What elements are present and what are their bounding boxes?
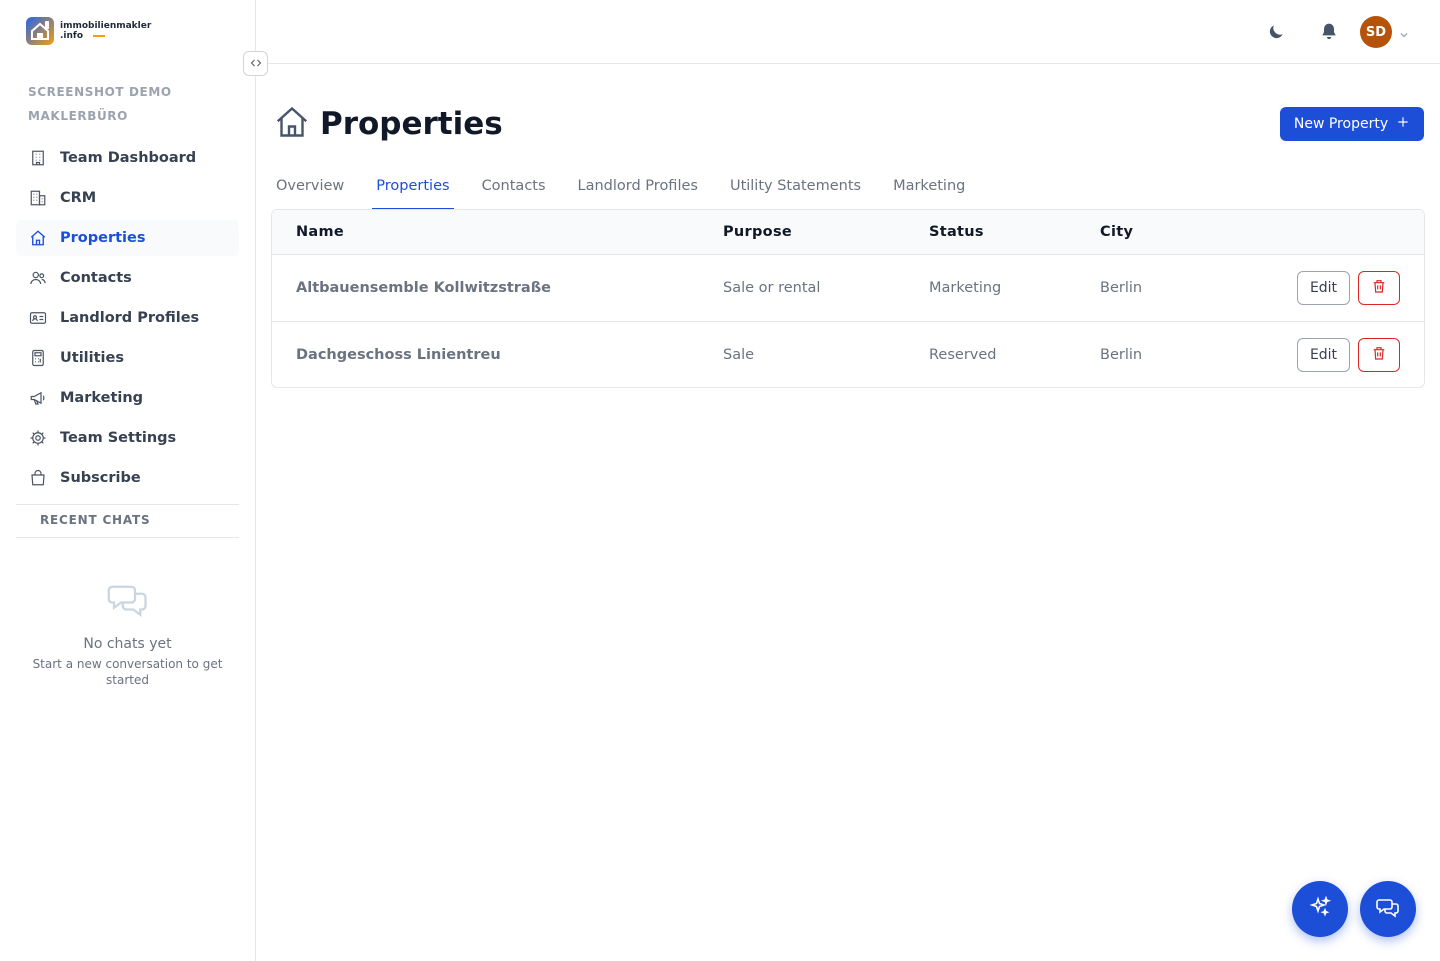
tab-properties[interactable]: Properties	[372, 170, 454, 210]
users-icon	[28, 268, 48, 288]
sidebar-item-label: Subscribe	[60, 470, 141, 486]
empty-chats-subtitle: Start a new conversation to get started	[32, 657, 223, 687]
property-name[interactable]: Altbauensemble Kollwitzstraße	[272, 254, 723, 321]
sidebar-item-contacts[interactable]: Contacts	[16, 260, 239, 296]
sidebar-item-label: Team Settings	[60, 430, 177, 446]
table-header-row: Name Purpose Status City	[272, 210, 1424, 254]
property-city: Berlin	[1100, 279, 1143, 296]
property-purpose: Sale or rental	[723, 279, 821, 296]
tab-marketing[interactable]: Marketing	[889, 170, 969, 210]
edit-button[interactable]: Edit	[1297, 337, 1350, 372]
tab-contacts[interactable]: Contacts	[478, 170, 550, 210]
properties-table: Name Purpose Status City Altbauensemble …	[271, 209, 1425, 388]
brand-line1: immobilienmakler	[60, 21, 152, 31]
table-row[interactable]: Altbauensemble Kollwitzstraße Sale or re…	[272, 254, 1424, 321]
sidebar-item-label: CRM	[60, 190, 97, 206]
empty-chats-state: No chats yet Start a new conversation to…	[16, 578, 239, 688]
trash-icon	[1371, 345, 1387, 365]
property-status: Marketing	[929, 279, 1002, 296]
top-bar: SD	[256, 0, 1440, 64]
delete-button[interactable]	[1358, 337, 1400, 372]
new-property-label: New Property	[1293, 116, 1389, 132]
sidebar-item-label: Contacts	[60, 270, 132, 286]
calculator-icon	[28, 348, 48, 368]
bell-icon[interactable]	[1319, 21, 1339, 47]
empty-chats-title: No chats yet	[83, 636, 172, 652]
ai-assistant-button[interactable]	[1292, 881, 1348, 937]
new-property-button[interactable]: New Property	[1280, 107, 1424, 141]
tab-bar: Overview Properties Contacts Landlord Pr…	[272, 170, 993, 210]
chat-bubbles-icon	[1376, 895, 1400, 923]
trash-icon	[1371, 278, 1387, 298]
logo[interactable]: immobilienmakler .info	[26, 17, 151, 45]
sidebar-item-subscribe[interactable]: Subscribe	[16, 460, 239, 496]
avatar[interactable]: SD	[1360, 16, 1392, 48]
tab-landlord-profiles[interactable]: Landlord Profiles	[574, 170, 702, 210]
sidebar-item-crm[interactable]: CRM	[16, 180, 239, 216]
sidebar-item-properties[interactable]: Properties	[16, 220, 239, 256]
divider	[16, 537, 239, 538]
property-name[interactable]: Dachgeschoss Linientreu	[272, 321, 723, 387]
chevron-down-icon[interactable]	[1398, 26, 1410, 45]
table-row[interactable]: Dachgeschoss Linientreu Sale Reserved Be…	[272, 321, 1424, 387]
home-icon	[274, 104, 310, 144]
sparkles-icon	[1308, 895, 1332, 923]
divider	[16, 504, 239, 505]
gear-icon	[28, 428, 48, 448]
brand-line2: .info	[60, 31, 84, 41]
edit-button[interactable]: Edit	[1297, 270, 1350, 305]
column-header-status: Status	[929, 223, 984, 240]
delete-button[interactable]	[1358, 270, 1400, 305]
tab-overview[interactable]: Overview	[272, 170, 348, 210]
sidebar-item-landlord-profiles[interactable]: Landlord Profiles	[16, 300, 239, 336]
sidebar-item-label: Team Dashboard	[60, 150, 197, 166]
sidebar: immobilienmakler .info SCREENSHOT DEMO M…	[0, 0, 256, 961]
code-brackets-icon	[250, 54, 262, 73]
office-building-icon	[28, 188, 48, 208]
recent-chats-heading: RECENT CHATS	[40, 513, 151, 527]
sidebar-item-label: Properties	[60, 230, 146, 246]
sidebar-nav: Team Dashboard CRM Properties Contacts L…	[16, 140, 239, 500]
property-city: Berlin	[1100, 346, 1143, 363]
moon-icon[interactable]	[1266, 22, 1286, 46]
sidebar-item-team-dashboard[interactable]: Team Dashboard	[16, 140, 239, 176]
sidebar-item-team-settings[interactable]: Team Settings	[16, 420, 239, 456]
sidebar-item-label: Landlord Profiles	[60, 310, 200, 326]
sidebar-item-marketing[interactable]: Marketing	[16, 380, 239, 416]
plus-icon	[1396, 115, 1410, 133]
page-title: Properties	[320, 106, 503, 142]
column-header-city: City	[1100, 223, 1134, 240]
chat-bubbles-icon	[16, 578, 239, 620]
home-icon	[28, 228, 48, 248]
id-card-icon	[28, 308, 48, 328]
organization-name: SCREENSHOT DEMO MAKLERBÜRO	[28, 85, 172, 123]
sidebar-collapse-button[interactable]	[243, 51, 268, 76]
shopping-bag-icon	[28, 468, 48, 488]
column-header-purpose: Purpose	[723, 223, 793, 240]
page-header: Properties	[274, 104, 503, 144]
sidebar-item-utilities[interactable]: Utilities	[16, 340, 239, 376]
column-header-name: Name	[296, 223, 345, 240]
megaphone-icon	[28, 388, 48, 408]
sidebar-item-label: Utilities	[60, 350, 124, 366]
tab-utility-statements[interactable]: Utility Statements	[726, 170, 865, 210]
property-status: Reserved	[929, 346, 997, 363]
property-purpose: Sale	[723, 346, 755, 363]
chat-button[interactable]	[1360, 881, 1416, 937]
logo-house-icon	[26, 17, 54, 45]
building-icon	[28, 148, 48, 168]
sidebar-item-label: Marketing	[60, 390, 144, 406]
